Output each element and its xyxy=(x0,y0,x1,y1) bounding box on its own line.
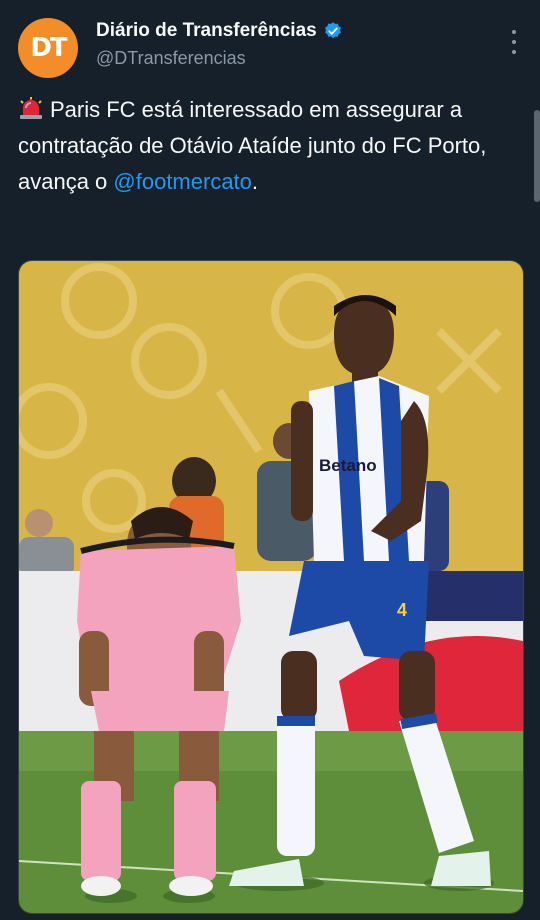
tweet-text: Paris FC está interessado em assegurar a… xyxy=(18,92,518,200)
mention-link[interactable]: @footmercato xyxy=(113,169,252,194)
author-names: Diário de Transferências @DTransferencia… xyxy=(96,20,343,69)
tweet-photo[interactable]: Betano 4 xyxy=(18,260,524,914)
author-name-row[interactable]: Diário de Transferências xyxy=(96,20,343,42)
shirt-sponsor: Betano xyxy=(319,456,377,475)
siren-icon xyxy=(20,97,42,119)
tweet-header: DT Diário de Transferências @DTransferen… xyxy=(18,18,522,82)
photo-football-players: Betano 4 xyxy=(19,261,523,913)
avatar[interactable]: DT xyxy=(18,18,78,78)
verified-badge-icon xyxy=(324,22,341,39)
display-name[interactable]: Diário de Transferências xyxy=(96,20,317,42)
shirt-number: 4 xyxy=(397,600,407,620)
author-handle[interactable]: @DTransferencias xyxy=(96,48,343,69)
scrollbar[interactable] xyxy=(534,110,540,202)
more-options-icon[interactable] xyxy=(510,30,518,54)
tweet-end: . xyxy=(251,169,259,194)
